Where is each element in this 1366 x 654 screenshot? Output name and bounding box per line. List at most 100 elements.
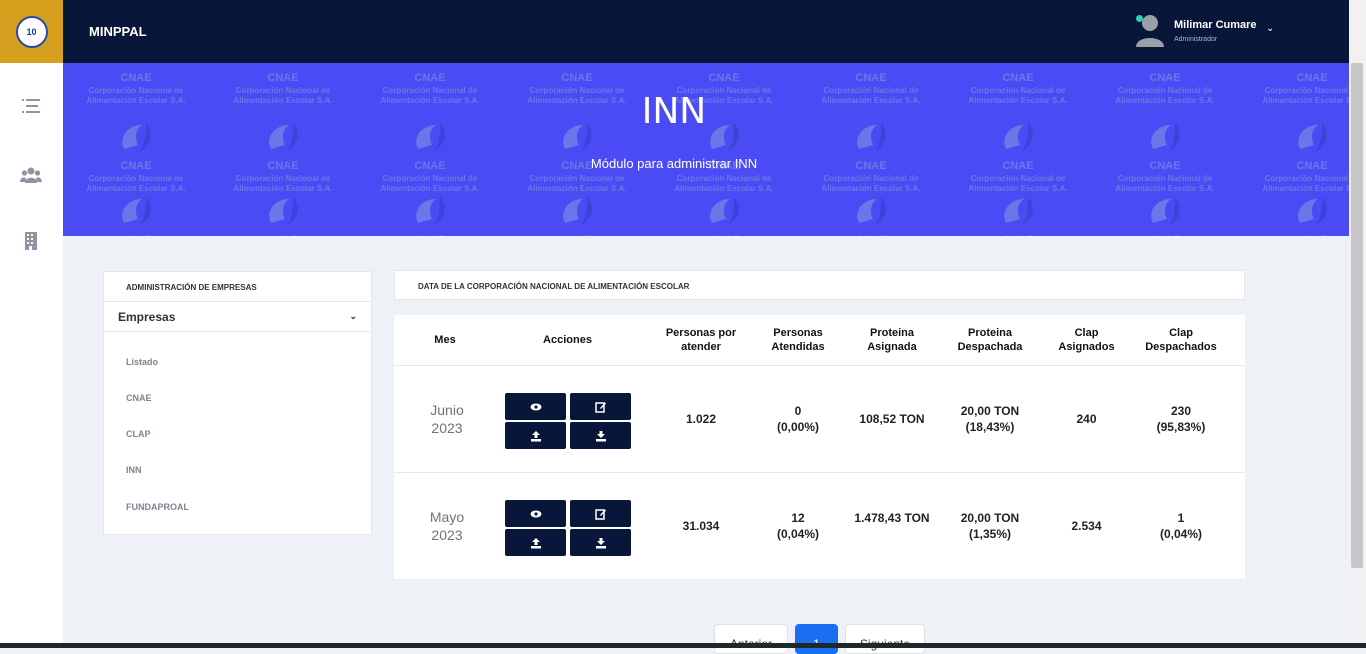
swirl-icon (1298, 197, 1327, 225)
swirl-icon (710, 197, 739, 225)
column-header-clap-despachados: Clap Despachados (1145, 327, 1217, 353)
watermark-tile: CNAECorporación Nacional deAlimentación … (210, 193, 356, 236)
personas-por-atender: 1.022 (685, 412, 717, 426)
column-header-clap-asignados: Clap Asignados (1058, 327, 1115, 353)
watermark-tile: CNAECorporación Nacional deAlimentación … (504, 193, 650, 236)
online-status-dot (1136, 15, 1143, 22)
pagination-next-button[interactable]: Siguiente (845, 624, 925, 654)
swirl-icon (116, 63, 156, 65)
user-menu[interactable]: Milimar Cumare Administrador ⌄ (1134, 13, 1284, 51)
eye-icon (530, 510, 541, 517)
swirl-icon (1292, 63, 1332, 65)
swirl-icon (1298, 123, 1327, 151)
clap-asignados: 240 (1076, 412, 1097, 426)
brand-name: MINPPAL (89, 24, 147, 39)
edit-icon (594, 508, 606, 520)
download-icon (595, 430, 606, 441)
proteina-despachada: 20,00 TON (18,43%) (960, 404, 1020, 434)
watermark-tile: CNAECorporación Nacional deAlimentación … (357, 193, 503, 236)
chevron-down-icon[interactable]: ⌄ (1266, 23, 1274, 34)
user-name: Milimar Cumare (1174, 19, 1257, 31)
divider (394, 365, 1245, 366)
download-button[interactable] (570, 529, 631, 556)
swirl-icon (122, 197, 151, 225)
company-admin-card: ADMINISTRACIÓN DE EMPRESAS Empresas ⌄ Li… (103, 271, 372, 535)
watermark-tile: CNAECorporación Nacional deAlimentación … (651, 193, 797, 236)
data-section-heading: DATA DE LA CORPORACIÓN NACIONAL DE ALIME… (394, 270, 1245, 300)
dropdown-label: Empresas (118, 310, 176, 324)
building-icon[interactable] (20, 231, 42, 251)
column-header-proteina-despachada: Proteina Despachada (957, 327, 1023, 353)
watermark-tile: CNAECorporación Nacional deAlimentación … (945, 193, 1091, 236)
clap-asignados: 2.534 (1071, 519, 1102, 533)
upload-button[interactable] (505, 422, 566, 449)
menu-item-listado[interactable]: Listado (126, 357, 158, 367)
chevron-down-icon: ⌄ (349, 311, 357, 321)
scrollbar-thumb[interactable] (1351, 63, 1363, 568)
swirl-icon (851, 63, 891, 65)
swirl-icon (416, 197, 445, 225)
personas-por-atender: 31.034 (682, 519, 720, 533)
column-header-proteina-asignada: Proteina Asignada (867, 327, 917, 353)
menu-item-cnae[interactable]: CNAE (126, 393, 152, 403)
logo-icon: 10 (15, 15, 48, 48)
proteina-asignada: 1.478,43 TON (854, 511, 930, 525)
download-icon (595, 537, 606, 548)
edit-button[interactable] (570, 500, 631, 527)
personas-atendidas: 12 (0,04%) (776, 511, 820, 541)
os-taskbar (0, 643, 1366, 648)
watermark-tile: CNAECorporación Nacional deAlimentación … (798, 193, 944, 236)
menu-item-fundaproal[interactable]: FUNDAPROAL (126, 502, 189, 512)
row-month: Mayo 2023 (429, 509, 465, 543)
edit-button[interactable] (570, 393, 631, 420)
personas-atendidas: 0 (0,00%) (776, 404, 820, 434)
column-header-personas-atendidas: Personas Atendidas (771, 327, 825, 353)
upload-icon (530, 430, 541, 441)
row-month: Junio 2023 (430, 402, 464, 436)
menu-item-inn[interactable]: INN (126, 465, 142, 475)
edit-icon (594, 401, 606, 413)
column-header-personas-por-atender: Personas por atender (665, 327, 737, 353)
pagination-prev-button[interactable]: Anterior (714, 624, 788, 654)
menu-list-icon[interactable] (20, 96, 42, 116)
swirl-icon (998, 63, 1038, 65)
user-role: Administrador (1174, 36, 1218, 43)
users-icon[interactable] (20, 165, 42, 185)
swirl-icon (1151, 197, 1180, 225)
swirl-icon (1004, 197, 1033, 225)
companies-dropdown[interactable]: Empresas ⌄ (104, 302, 371, 332)
swirl-icon (263, 63, 303, 65)
view-button[interactable] (505, 393, 566, 420)
swirl-icon (563, 197, 592, 225)
clap-despachados: 230 (95,83%) (1156, 404, 1206, 434)
eye-icon (530, 403, 541, 410)
swirl-icon (1145, 63, 1185, 65)
card-heading: ADMINISTRACIÓN DE EMPRESAS (104, 272, 371, 302)
download-button[interactable] (570, 422, 631, 449)
proteina-asignada: 108,52 TON (859, 412, 925, 426)
column-header-mes: Mes (434, 334, 456, 346)
swirl-icon (269, 197, 298, 225)
clap-despachados: 1 (0,04%) (1159, 511, 1203, 541)
hero-banner: CNAE Corporación Nacional de Alimentación … (63, 63, 1349, 236)
swirl-icon (704, 63, 744, 65)
logo-container[interactable]: 10 (0, 0, 63, 63)
watermark-tile: CNAECorporación Nacional deAlimentación … (63, 193, 209, 236)
swirl-icon (557, 63, 597, 65)
watermark-tile: CNAECorporación Nacional deAlimentación … (1239, 193, 1349, 236)
watermark-tile: CNAECorporación Nacional deAlimentación … (1092, 193, 1238, 236)
view-button[interactable] (505, 500, 566, 527)
data-table: Mes Acciones Personas por atender Person… (394, 315, 1245, 579)
upload-button[interactable] (505, 529, 566, 556)
sidebar (0, 63, 63, 648)
proteina-despachada: 20,00 TON (1,35%) (960, 511, 1020, 541)
divider (394, 472, 1245, 473)
swirl-icon (410, 63, 450, 65)
page-title: INN (641, 91, 707, 132)
swirl-icon (857, 197, 886, 225)
page-subtitle: Módulo para administrar INN (590, 156, 758, 171)
menu-item-clap[interactable]: CLAP (126, 429, 151, 439)
upload-icon (530, 537, 541, 548)
pagination-page-1[interactable]: 1 (795, 624, 838, 654)
top-navbar: 10 MINPPAL Milimar Cumare Administrador … (0, 0, 1349, 63)
